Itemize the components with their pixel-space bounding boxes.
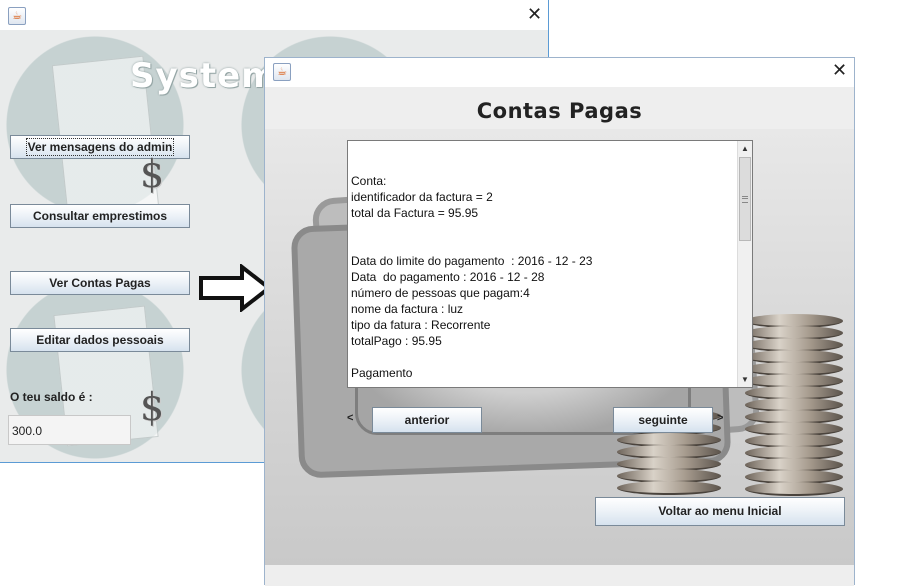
coin-icon — [617, 481, 721, 495]
edit-personal-label: Editar dados pessoais — [36, 333, 164, 347]
consult-loans-label: Consultar emprestimos — [32, 209, 168, 223]
next-button[interactable]: seguinte — [613, 407, 713, 433]
back-to-menu-button[interactable]: Voltar ao menu Inicial — [595, 497, 845, 526]
paid-bills-window: ☕ ✕ Contas Pagas Conta: identificador da… — [264, 57, 855, 586]
close-icon[interactable]: ✕ — [832, 62, 847, 80]
dollar-icon: $ — [140, 385, 165, 429]
paid-bills-header: Contas Pagas — [265, 87, 854, 129]
scroll-down-icon[interactable]: ▼ — [738, 372, 752, 387]
scroll-up-icon[interactable]: ▲ — [738, 141, 752, 156]
dollar-icon: $ — [140, 152, 165, 196]
paid-bills-label: Ver Contas Pagas — [49, 276, 151, 290]
paid-bills-titlebar[interactable]: ☕ ✕ — [265, 58, 854, 87]
coin-icon — [745, 482, 843, 496]
close-icon[interactable]: ✕ — [527, 6, 542, 24]
java-cup-icon: ☕ — [8, 7, 26, 25]
back-to-menu-label: Voltar ao menu Inicial — [658, 504, 782, 518]
edit-personal-button[interactable]: Editar dados pessoais — [10, 328, 190, 352]
previous-label: anterior — [404, 413, 450, 427]
right-arrow-icon — [199, 264, 273, 312]
consult-loans-button[interactable]: Consultar emprestimos — [10, 204, 190, 228]
balance-label: O teu saldo é : — [10, 390, 93, 404]
next-label: seguinte — [638, 413, 688, 427]
balance-field[interactable]: 300.0 — [8, 415, 131, 445]
previous-button[interactable]: anterior — [372, 407, 482, 433]
page-title: Contas Pagas — [476, 99, 643, 123]
previous-marker: < — [347, 412, 354, 424]
window-bottom-strip — [265, 565, 854, 586]
java-cup-icon: ☕ — [273, 63, 291, 81]
scrollbar-thumb[interactable] — [739, 157, 751, 241]
next-marker: > — [717, 412, 724, 424]
paid-bills-button[interactable]: Ver Contas Pagas — [10, 271, 190, 295]
bill-details-textarea[interactable]: Conta: identificador da factura = 2 tota… — [347, 140, 753, 388]
app-title: System — [130, 56, 278, 96]
bill-details-text: Conta: identificador da factura = 2 tota… — [351, 174, 593, 380]
main-menu-titlebar[interactable]: ☕ ✕ — [0, 0, 548, 30]
vertical-scrollbar[interactable]: ▲ ▼ — [737, 141, 752, 387]
paid-bills-body: Conta: identificador da factura = 2 tota… — [265, 129, 854, 565]
grip-icon — [742, 196, 748, 203]
